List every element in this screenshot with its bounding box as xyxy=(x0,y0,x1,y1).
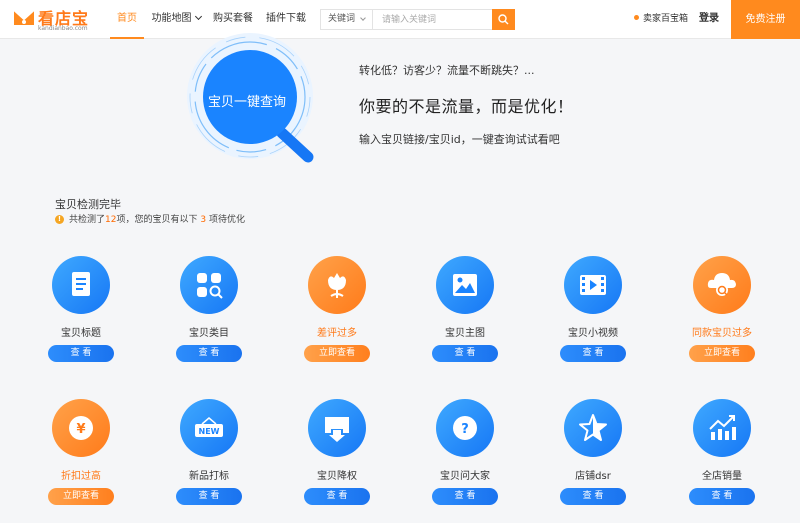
search-input[interactable] xyxy=(374,10,492,29)
item-icon-circle xyxy=(693,399,751,457)
item-icon-circle xyxy=(564,399,622,457)
item-icon-circle xyxy=(693,256,751,314)
trend-chart-icon xyxy=(709,415,736,440)
seller-toolbox-label: 卖家百宝箱 xyxy=(643,14,689,24)
result-info-prefix: 共检测了 xyxy=(69,215,106,225)
result-info-suffix: 项待优化 xyxy=(208,215,245,225)
result-summary: ! 共检测了12项，您的宝贝有以下 3 项待优化 xyxy=(55,212,245,225)
question-icon: ? xyxy=(453,416,477,440)
view-button[interactable]: 查 看 xyxy=(432,345,498,362)
item-icon-circle: ? xyxy=(436,399,494,457)
seller-toolbox-link[interactable]: 卖家百宝箱 xyxy=(634,0,688,39)
issue-count: 3 xyxy=(200,215,207,225)
item-icon-circle: NEW xyxy=(180,399,238,457)
view-button[interactable]: 查 看 xyxy=(176,488,242,505)
logo-mark-icon xyxy=(13,9,35,25)
search-bar: 关键词 xyxy=(320,9,515,30)
hero-tip: 输入宝贝链接/宝贝id，一键查询试试看吧 xyxy=(359,133,560,146)
star-icon xyxy=(579,414,607,441)
check-item-discount: ¥ 折扣过高 立即查看 xyxy=(26,399,136,519)
document-icon xyxy=(72,272,90,296)
view-button[interactable]: 查 看 xyxy=(176,345,242,362)
check-item-demotion: 宝贝降权 查 看 xyxy=(282,399,392,519)
check-item-ask-everyone: ? 宝贝问大家 查 看 xyxy=(410,399,520,519)
item-label: 宝贝降权 xyxy=(317,471,357,482)
flower-icon xyxy=(328,273,346,298)
check-item-shop-sales: 全店销量 查 看 xyxy=(667,399,777,519)
item-label: 同款宝贝过多 xyxy=(692,328,752,339)
item-label: 宝贝标题 xyxy=(61,328,101,339)
new-tag-icon: NEW xyxy=(195,417,223,437)
item-icon-circle xyxy=(308,399,366,457)
item-label: 全店销量 xyxy=(702,471,742,482)
download-box-icon xyxy=(325,417,349,442)
check-item-category: 宝贝类目 查 看 xyxy=(154,256,264,376)
item-icon-circle: ¥ xyxy=(52,399,110,457)
result-title: 宝贝检测完毕 xyxy=(55,198,121,211)
search-button[interactable] xyxy=(492,9,515,30)
top-header: 看店宝 kandianbao.com 首页 功能地图 购买套餐 插件下载 关键词… xyxy=(0,0,800,39)
view-now-button[interactable]: 立即查看 xyxy=(689,345,755,362)
view-button[interactable]: 查 看 xyxy=(48,345,114,362)
check-item-title: 宝贝标题 查 看 xyxy=(26,256,136,376)
item-label: 新品打标 xyxy=(189,471,229,482)
site-logo[interactable]: 看店宝 kandianbao.com xyxy=(13,5,91,35)
register-button[interactable]: 免费注册 xyxy=(731,0,800,39)
check-item-new-tag: NEW 新品打标 查 看 xyxy=(154,399,264,519)
view-button[interactable]: 查 看 xyxy=(304,488,370,505)
video-icon xyxy=(580,275,606,295)
result-info-middle: 项，您的宝贝有以下 xyxy=(116,215,198,225)
item-icon-circle xyxy=(308,256,366,314)
item-label: 差评过多 xyxy=(317,328,357,339)
nav-home[interactable]: 首页 xyxy=(110,0,144,39)
item-label: 宝贝小视频 xyxy=(568,328,618,339)
check-item-bad-reviews: 差评过多 立即查看 xyxy=(282,256,392,376)
check-item-video: 宝贝小视频 查 看 xyxy=(538,256,648,376)
svg-text:NEW: NEW xyxy=(199,427,220,436)
search-icon xyxy=(498,14,509,25)
yen-coin-icon: ¥ xyxy=(69,416,93,440)
chevron-down-icon xyxy=(360,15,366,21)
svg-text:¥: ¥ xyxy=(76,422,85,437)
check-item-shop-dsr: 店铺dsr 查 看 xyxy=(538,399,648,519)
item-label: 宝贝类目 xyxy=(189,328,229,339)
dot-icon xyxy=(634,15,639,20)
check-item-same-products: 同款宝贝过多 立即查看 xyxy=(667,256,777,376)
item-label: 宝贝主图 xyxy=(445,328,485,339)
item-label: 折扣过高 xyxy=(61,471,101,482)
category-grid-icon xyxy=(197,273,223,299)
view-button[interactable]: 查 看 xyxy=(432,488,498,505)
info-icon: ! xyxy=(55,215,64,224)
search-type-value: 关键词 xyxy=(328,14,356,24)
item-icon-circle xyxy=(564,256,622,314)
chevron-down-icon xyxy=(194,12,202,21)
hero-query-label: 宝贝一键查询 xyxy=(207,95,286,110)
view-button[interactable]: 查 看 xyxy=(560,488,626,505)
hero-question: 转化低？访客少？流量不断跳失？... xyxy=(359,64,535,77)
check-item-main-image: 宝贝主图 查 看 xyxy=(410,256,520,376)
login-link[interactable]: 登录 xyxy=(699,0,719,39)
checked-count: 12 xyxy=(105,215,117,225)
view-button[interactable]: 查 看 xyxy=(689,488,755,505)
item-icon-circle xyxy=(436,256,494,314)
hero-headline: 你要的不是流量，而是优化！ xyxy=(359,97,574,116)
logo-domain: kandianbao.com xyxy=(38,25,88,32)
item-icon-circle xyxy=(180,256,238,314)
nav-feature-map-label: 功能地图 xyxy=(151,13,192,24)
view-now-button[interactable]: 立即查看 xyxy=(48,488,114,505)
cloud-search-icon xyxy=(707,273,736,296)
view-button[interactable]: 查 看 xyxy=(560,345,626,362)
svg-text:?: ? xyxy=(461,422,469,437)
item-label: 宝贝问大家 xyxy=(440,471,490,482)
view-now-button[interactable]: 立即查看 xyxy=(304,345,370,362)
item-label: 店铺dsr xyxy=(575,471,611,482)
item-icon-circle xyxy=(52,256,110,314)
search-type-select[interactable]: 关键词 xyxy=(321,10,373,29)
image-icon xyxy=(453,274,477,296)
